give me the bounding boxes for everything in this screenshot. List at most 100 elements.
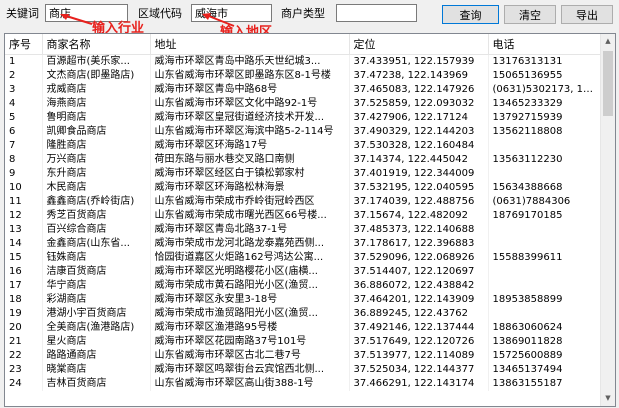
cell-address: 威海市荣成市黄石路阳光小区(渔贸... (150, 279, 350, 293)
cell-location: 37.427906, 122.17124 (349, 111, 489, 125)
cell-address: 恰园街道嘉区火炬路162号鸿达公寓... (150, 251, 350, 265)
cell-address: 山东省威海市环翠区高山街388-1号 (150, 377, 350, 391)
table-row[interactable]: 10 木民商店 威海市环翠区环海路松林海景 37.532195, 122.040595… (5, 181, 603, 195)
table-row[interactable]: 15 钰姝商店 恰园街道嘉区火炬路162号鸿达公寓... 37.529096, 122… (5, 251, 603, 265)
cell-address: 山东省威海市环翠区古北二巷7号 (150, 349, 350, 363)
keyword-label: 关键词 (6, 7, 39, 20)
cell-merchant-name: 港湖小宇百货商店 (42, 307, 151, 321)
cell-merchant-name: 鑫鑫商店(乔岭街店) (42, 195, 151, 209)
cell-phone (488, 139, 603, 153)
cell-index: 4 (5, 97, 43, 111)
cell-address: 威海市环翠区经区白于镇松郭家村 (150, 167, 350, 181)
cell-phone: 15588399611 (488, 251, 603, 265)
cell-index: 23 (5, 363, 43, 377)
table-row[interactable]: 17 华宁商店 威海市荣成市黄石路阳光小区(渔贸... 36.886072, 122.… (5, 279, 603, 293)
query-button[interactable]: 查询 (442, 5, 499, 24)
cell-index: 20 (5, 321, 43, 335)
cell-merchant-name: 百源超市(美乐家... (42, 54, 151, 69)
table-row[interactable]: 24 吉林百货商店 山东省威海市环翠区高山街388-1号 37.466291, 122… (5, 377, 603, 391)
scroll-up-arrow-icon[interactable]: ▲ (601, 34, 615, 49)
cell-merchant-name: 百兴综合商店 (42, 223, 151, 237)
column-header-location[interactable]: 定位 (349, 34, 489, 55)
cell-merchant-name: 隆胜商店 (42, 139, 151, 153)
cell-phone: 15725600889 (488, 349, 603, 363)
cell-merchant-name: 秀芝百货商店 (42, 209, 151, 223)
cell-address: 威海市荣成市龙河北路龙泰嘉苑西侧... (150, 237, 350, 251)
results-grid: 序号 商家名称 地址 定位 电话 1 百源超市(美乐家... 威海市环翠区青岛中路乐… (4, 33, 616, 407)
cell-address: 威海市环翠区环海路松林海景 (150, 181, 350, 195)
cell-merchant-name: 戎威商店 (42, 83, 151, 97)
merchant-type-input[interactable] (336, 4, 417, 22)
cell-address: 威海市荣成市渔贸路阳光小区(渔贸... (150, 307, 350, 321)
table-row[interactable]: 5 鲁明商店 威海市环翠区皇冠街道经济技术开发... 37.427906, 122.1… (5, 111, 603, 125)
cell-phone (488, 265, 603, 279)
table-row[interactable]: 6 凯卿食品商店 山东省威海市环翠区海滨中路5-2-114号 37.490329, 1… (5, 125, 603, 139)
cell-phone: 13863155187 (488, 377, 603, 391)
table-row[interactable]: 14 金鑫商店(山东省... 威海市荣成市龙河北路龙泰嘉苑西侧... 37.17861… (5, 237, 603, 251)
cell-address: 山东省威海市环翠区文化中路92-1号 (150, 97, 350, 111)
table-row[interactable]: 9 东升商店 威海市环翠区经区白于镇松郭家村 37.401919, 122.34400… (5, 167, 603, 181)
table-row[interactable]: 18 彩湖商店 威海市环翠区永安里3-18号 37.464201, 122.14390… (5, 293, 603, 307)
cell-index: 11 (5, 195, 43, 209)
export-button[interactable]: 导出 (561, 5, 613, 24)
table-row[interactable]: 23 晓棠商店 威海市环翠区鸣翠街台云宾馆西北侧... 37.525034, 122.… (5, 363, 603, 377)
cell-location: 36.886072, 122.438842 (349, 279, 489, 293)
cell-merchant-name: 金鑫商店(山东省... (42, 237, 151, 251)
scrollbar-thumb[interactable] (603, 51, 613, 116)
cell-index: 13 (5, 223, 43, 237)
table-row[interactable]: 13 百兴综合商店 威海市环翠区青岛北路37-1号 37.485373, 122.14… (5, 223, 603, 237)
table-row[interactable]: 2 文杰商店(即墨路店) 山东省威海市环翠区即墨路东区8-1号楼 37.47238, … (5, 69, 603, 83)
table-row[interactable]: 7 隆胜商店 威海市环翠区环海路17号 37.530328, 122.160484 (5, 139, 603, 153)
cell-address: 威海市环翠区鸣翠街台云宾馆西北侧... (150, 363, 350, 377)
cell-index: 19 (5, 307, 43, 321)
table-row[interactable]: 1 百源超市(美乐家... 威海市环翠区青岛中路乐天世纪城3... 37.433951… (5, 54, 603, 69)
cell-merchant-name: 鲁明商店 (42, 111, 151, 125)
scroll-down-arrow-icon[interactable]: ▼ (601, 391, 615, 406)
table-row[interactable]: 16 洁康百货商店 威海市环翠区光明路樱花小区(庙横... 37.514407, 12… (5, 265, 603, 279)
cell-location: 37.490329, 122.144203 (349, 125, 489, 139)
clear-button[interactable]: 清空 (504, 5, 556, 24)
column-header-phone[interactable]: 电话 (488, 34, 603, 55)
cell-address: 威海市环翠区渔港路95号楼 (150, 321, 350, 335)
table-row[interactable]: 11 鑫鑫商店(乔岭街店) 山东省威海市荣成市乔岭街冠岭西区 37.174039, 1… (5, 195, 603, 209)
cell-index: 3 (5, 83, 43, 97)
column-header-name[interactable]: 商家名称 (42, 34, 151, 55)
table-row[interactable]: 4 海燕商店 山东省威海市环翠区文化中路92-1号 37.525859, 122.09… (5, 97, 603, 111)
cell-phone: 13465233329 (488, 97, 603, 111)
cell-location: 37.492146, 122.137444 (349, 321, 489, 335)
cell-index: 7 (5, 139, 43, 153)
cell-location: 37.485373, 122.140688 (349, 223, 489, 237)
vertical-scrollbar[interactable]: ▲ ▼ (600, 34, 615, 406)
cell-location: 37.532195, 122.040595 (349, 181, 489, 195)
cell-merchant-name: 凯卿食品商店 (42, 125, 151, 139)
cell-merchant-name: 文杰商店(即墨路店) (42, 69, 151, 83)
cell-index: 8 (5, 153, 43, 167)
table-row[interactable]: 21 星火商店 威海市环翠区花园南路37号101号 37.517649, 122.12… (5, 335, 603, 349)
cell-index: 21 (5, 335, 43, 349)
cell-location: 37.433951, 122.157939 (349, 54, 489, 69)
cell-phone: 18953858899 (488, 293, 603, 307)
table-row[interactable]: 19 港湖小宇百货商店 威海市荣成市渔贸路阳光小区(渔贸... 36.889245, … (5, 307, 603, 321)
cell-location: 37.15674, 122.482092 (349, 209, 489, 223)
table-row[interactable]: 3 戎威商店 威海市环翠区青岛中路68号 37.465083, 122.147926(… (5, 83, 603, 97)
cell-location: 37.529096, 122.068926 (349, 251, 489, 265)
cell-location: 37.514407, 122.120697 (349, 265, 489, 279)
cell-index: 22 (5, 349, 43, 363)
cell-phone: 15065136955 (488, 69, 603, 83)
table-row[interactable]: 22 路路通商店 山东省威海市环翠区古北二巷7号 37.513977, 122.114… (5, 349, 603, 363)
table-row[interactable]: 20 全美商店(渔港路店) 威海市环翠区渔港路95号楼 37.492146, 122.… (5, 321, 603, 335)
cell-merchant-name: 钰姝商店 (42, 251, 151, 265)
column-header-address[interactable]: 地址 (150, 34, 350, 55)
table-row[interactable]: 8 万兴商店 荷田东路与丽水巷交叉路口南侧 37.14374, 122.445042 1… (5, 153, 603, 167)
cell-phone: 13563112230 (488, 153, 603, 167)
cell-address: 荷田东路与丽水巷交叉路口南侧 (150, 153, 350, 167)
cell-phone: 13465137494 (488, 363, 603, 377)
cell-location: 37.465083, 122.147926 (349, 83, 489, 97)
table-row[interactable]: 12 秀芝百货商店 山东省威海市荣成市曙光西区66号楼... 37.15674, 12… (5, 209, 603, 223)
cell-location: 37.174039, 122.488756 (349, 195, 489, 209)
cell-location: 37.14374, 122.445042 (349, 153, 489, 167)
cell-index: 15 (5, 251, 43, 265)
cell-merchant-name: 万兴商店 (42, 153, 151, 167)
column-header-index[interactable]: 序号 (5, 34, 43, 55)
results-table: 序号 商家名称 地址 定位 电话 1 百源超市(美乐家... 威海市环翠区青岛中路乐… (5, 34, 603, 391)
